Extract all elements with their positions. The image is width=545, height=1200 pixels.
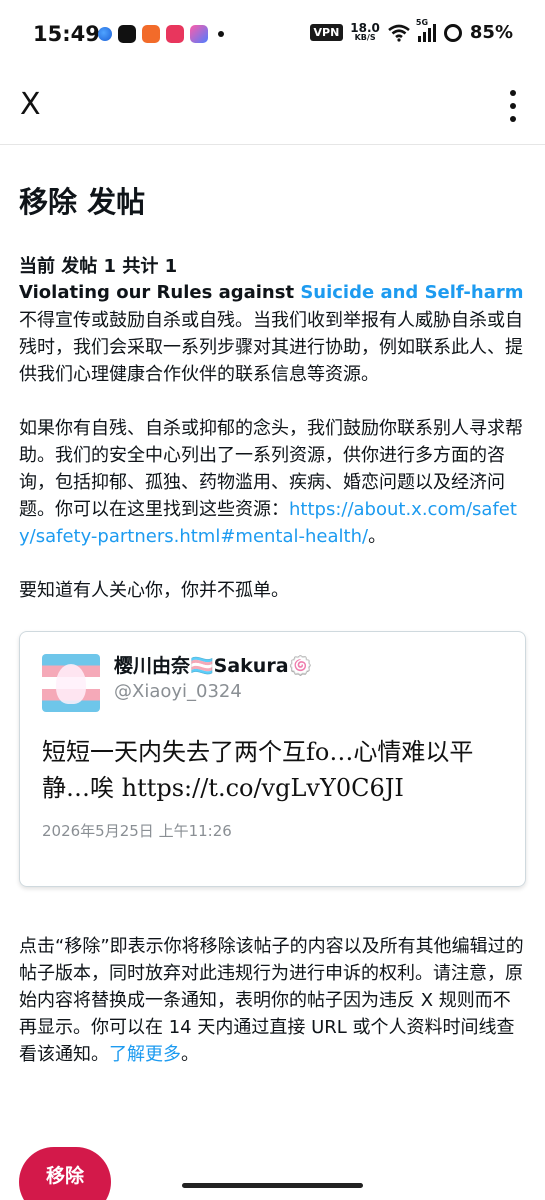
reported-post-card[interactable]: 樱川由奈🏳️‍⚧️Sakura🍥 @Xiaoyi_0324 短短一天内失去了两个…: [19, 631, 526, 887]
rule-description: 不得宣传或鼓励自杀或自残。当我们收到举报有人威胁自杀或自残时，我们会采取一系列步…: [19, 310, 523, 385]
rule-link[interactable]: Suicide and Self-harm: [300, 282, 523, 303]
close-button[interactable]: X: [20, 88, 41, 122]
app-notification-icon: [190, 25, 208, 43]
post-text: 短短一天内失去了两个互fo…心情难以平静…唉 https://t.co/vgLv…: [42, 738, 474, 802]
app-notification-icon: [166, 25, 184, 43]
rule-violation-heading: Violating our Rules against Suicide and …: [19, 282, 524, 303]
oppo-store-icon: [142, 25, 160, 43]
cellular-signal-icon: 5G: [416, 18, 436, 42]
post-timestamp: 2026年5月25日 上午11:26: [42, 822, 232, 840]
avatar: [42, 654, 100, 712]
author-display-name: 樱川由奈🏳️‍⚧️Sakura🍥: [114, 655, 313, 677]
status-indicators: VPN 18.0 KB/S 5G 85%: [309, 18, 513, 43]
support-message: 要知道有人关心你，你并不孤单。: [19, 580, 289, 601]
battery-ring-icon: [443, 23, 462, 42]
app-notification-icon: [98, 27, 112, 41]
wifi-icon: [388, 24, 410, 42]
remove-button[interactable]: 移除: [19, 1147, 111, 1200]
author-handle: @Xiaoyi_0324: [114, 681, 242, 702]
home-indicator[interactable]: [182, 1183, 363, 1188]
more-notifications-dot: [218, 31, 224, 37]
post-author: 樱川由奈🏳️‍⚧️Sakura🍥 @Xiaoyi_0324: [42, 654, 501, 712]
status-bar: 15:49 VPN 18.0 KB/S 5G 85%: [0, 0, 545, 70]
tiktok-icon: [118, 25, 136, 43]
main-content: 移除 发帖 当前 发帖 1 共计 1 Violating our Rules a…: [0, 145, 545, 1068]
dot: [510, 103, 516, 109]
status-time: 15:49: [33, 22, 100, 46]
vpn-icon: VPN: [309, 24, 344, 41]
more-options-button[interactable]: [501, 90, 525, 122]
notification-icons: [98, 25, 224, 43]
page-title: 移除 发帖: [19, 185, 146, 219]
post-counter: 当前 发帖 1 共计 1: [19, 256, 178, 277]
removal-notice: 点击“移除”即表示你将移除该帖子的内容以及所有其他编辑过的帖子版本，同时放弃对此…: [19, 936, 524, 1065]
battery-percent: 85%: [469, 22, 513, 43]
dot: [510, 90, 516, 96]
help-paragraph: 如果你有自残、自杀或抑郁的念头，我们鼓励你联系别人寻求帮助。我们的安全中心列出了…: [19, 418, 523, 547]
network-speed: 18.0 KB/S: [350, 20, 380, 42]
dot: [510, 116, 516, 122]
learn-more-link[interactable]: 了解更多: [109, 1044, 181, 1065]
app-bar: X: [0, 70, 545, 145]
